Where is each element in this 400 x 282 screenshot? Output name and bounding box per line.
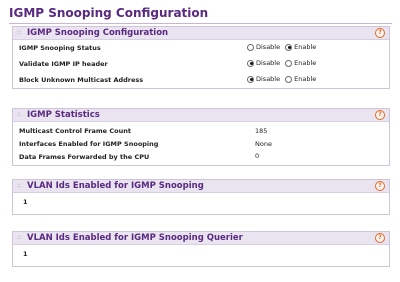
multicast-frame-count-row: Multicast Control Frame Count 185 — [13, 125, 389, 138]
block-unknown-multicast-row: Block Unknown Multicast Address Disable … — [13, 72, 389, 88]
row-label: Interfaces Enabled for IGMP Snooping — [19, 140, 159, 148]
row-label: Data Frames Forwarded by the CPU — [19, 153, 150, 161]
row-label: Validate IGMP IP header — [19, 60, 108, 68]
vlan-querier-panel-title: VLAN Ids Enabled for IGMP Snooping Queri… — [27, 233, 243, 243]
data-frames-forwarded-value: 0 — [255, 152, 260, 160]
title-divider — [9, 23, 392, 24]
grip-icon: :: — [17, 29, 22, 36]
help-icon[interactable]: ? — [375, 110, 385, 120]
vlan-querier-panel-header: :: VLAN Ids Enabled for IGMP Snooping Qu… — [13, 232, 389, 245]
page-title: IGMP Snooping Configuration — [9, 6, 209, 20]
config-panel-header: :: IGMP Snooping Configuration ? — [13, 27, 389, 40]
interfaces-enabled-row: Interfaces Enabled for IGMP Snooping Non… — [13, 138, 389, 151]
grip-icon: :: — [17, 182, 22, 189]
validate-ip-header-radios: Disable Enable — [247, 59, 321, 67]
snooping-status-disable-radio[interactable] — [247, 43, 254, 51]
config-panel: :: IGMP Snooping Configuration ? IGMP Sn… — [12, 26, 390, 89]
row-label: Multicast Control Frame Count — [19, 127, 131, 135]
radio-label: Disable — [256, 59, 281, 67]
stats-panel: :: IGMP Statistics ? Multicast Control F… — [12, 108, 390, 166]
block-unknown-multicast-disable-radio[interactable] — [247, 75, 254, 83]
grip-icon: :: — [17, 234, 22, 241]
multicast-frame-count-value: 185 — [255, 127, 268, 135]
snooping-status-row: IGMP Snooping Status Disable Enable — [13, 40, 389, 56]
validate-ip-header-enable-radio[interactable] — [285, 59, 293, 67]
radio-label: Enable — [294, 59, 317, 67]
validate-ip-header-disable-radio[interactable] — [247, 59, 254, 67]
vlan-querier-panel: :: VLAN Ids Enabled for IGMP Snooping Qu… — [12, 231, 390, 267]
grip-icon: :: — [17, 111, 22, 118]
radio-label: Disable — [256, 75, 281, 83]
interfaces-enabled-value: None — [255, 140, 272, 148]
help-icon[interactable]: ? — [375, 233, 385, 243]
vlan-ids-panel-title: VLAN Ids Enabled for IGMP Snooping — [27, 181, 204, 191]
stats-panel-header: :: IGMP Statistics ? — [13, 109, 389, 122]
data-frames-forwarded-row: Data Frames Forwarded by the CPU 0 — [13, 151, 389, 165]
block-unknown-multicast-radios: Disable Enable — [247, 75, 321, 83]
stats-panel-title: IGMP Statistics — [27, 110, 100, 120]
vlan-querier-value: 1 — [23, 250, 28, 258]
config-panel-title: IGMP Snooping Configuration — [27, 28, 169, 38]
row-label: IGMP Snooping Status — [19, 44, 101, 52]
radio-label: Enable — [294, 43, 317, 51]
help-icon[interactable]: ? — [375, 28, 385, 38]
help-icon[interactable]: ? — [375, 181, 385, 191]
snooping-status-enable-radio[interactable] — [285, 43, 293, 51]
vlan-ids-value: 1 — [23, 198, 28, 206]
block-unknown-multicast-enable-radio[interactable] — [285, 75, 293, 83]
vlan-ids-row: 1 — [13, 193, 389, 213]
row-label: Block Unknown Multicast Address — [19, 76, 144, 84]
vlan-querier-row: 1 — [13, 245, 389, 265]
snooping-status-radios: Disable Enable — [247, 43, 321, 51]
vlan-ids-panel-header: :: VLAN Ids Enabled for IGMP Snooping ? — [13, 180, 389, 193]
radio-label: Enable — [294, 75, 317, 83]
vlan-ids-panel: :: VLAN Ids Enabled for IGMP Snooping ? … — [12, 179, 390, 215]
validate-ip-header-row: Validate IGMP IP header Disable Enable — [13, 56, 389, 72]
radio-label: Disable — [256, 43, 281, 51]
